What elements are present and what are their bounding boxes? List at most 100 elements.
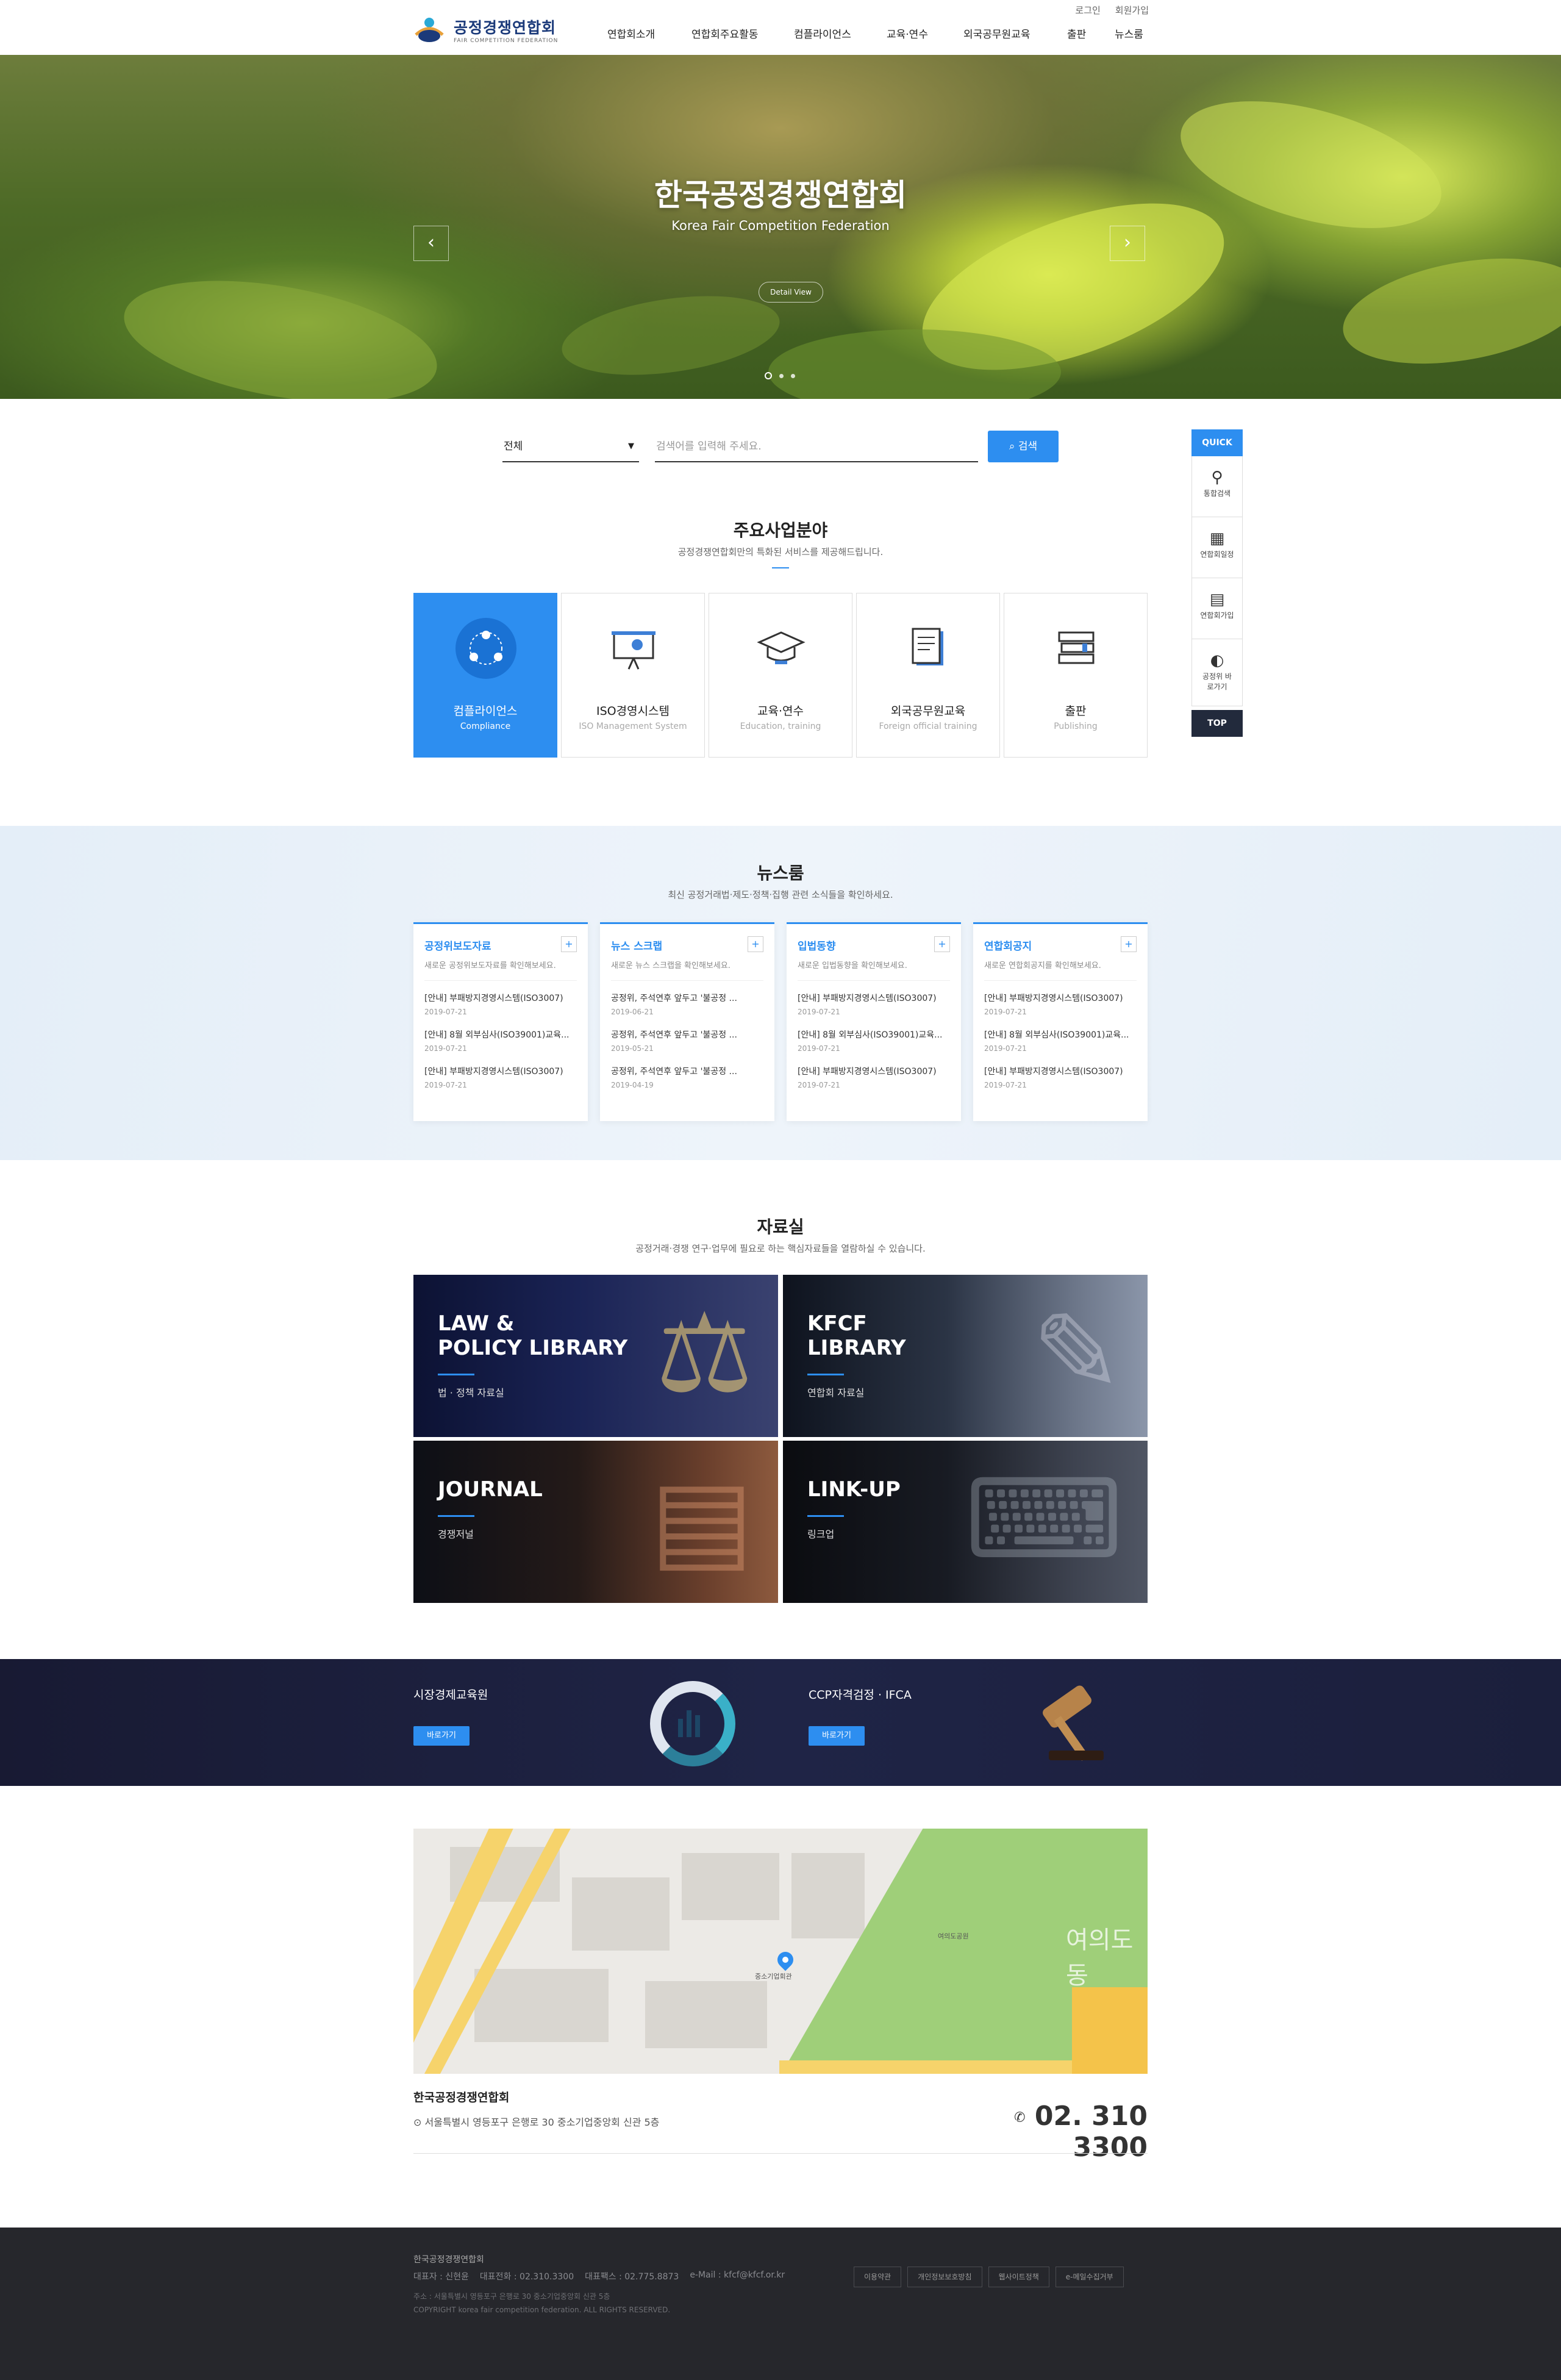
library-tile-kfcf[interactable]: ✎ KFCF LIBRARY 연합회 자료실	[783, 1275, 1148, 1437]
gavel-icon	[1031, 1683, 1110, 1769]
business-card-publishing[interactable]: 출판 Publishing	[1004, 593, 1148, 758]
tile-title-line1: LAW &	[438, 1311, 515, 1336]
login-link[interactable]: 로그인	[1075, 4, 1100, 16]
main-navigation: 연합회소개 연합회주요활동 컴플라이언스 교육·연수 외국공무원교육 출판 뉴스…	[607, 26, 1151, 41]
news-item[interactable]: [안내] 부패방지경영시스템(ISO3007) 2019-07-21	[798, 992, 950, 1016]
top-button[interactable]: TOP	[1191, 710, 1243, 737]
site-logo[interactable]: 공정경쟁연합회 FAIR COMPETITION FEDERATION	[413, 16, 558, 44]
business-card-title: ISO경영시스템	[596, 704, 670, 718]
footer-address: 주소 : 서울특별시 영등포구 은행로 30 중소기업중앙회 신관 5층	[413, 2292, 610, 2301]
search-category-select[interactable]: 전체 ▼	[502, 431, 639, 462]
business-section-desc: 공정경쟁연합회만의 특화된 서비스를 제공해드립니다.	[677, 547, 884, 557]
search-button[interactable]: ⌕ 검색	[988, 431, 1059, 462]
more-plus-icon[interactable]: +	[748, 936, 763, 952]
business-card-title: 컴플라이언스	[453, 704, 518, 718]
search-input[interactable]: 검색어를 입력해 주세요.	[655, 431, 978, 462]
slider-dot-1[interactable]	[765, 372, 772, 379]
nav-item-activities[interactable]: 연합회주요활동	[691, 26, 794, 41]
footer-link-terms[interactable]: 이용약관	[854, 2267, 902, 2287]
map-road	[1072, 1987, 1148, 2074]
map-block	[474, 1969, 609, 2042]
nav-item-publishing[interactable]: 출판	[1067, 26, 1115, 41]
hero-title: 한국공정경쟁연합회	[654, 177, 907, 213]
news-item[interactable]: 공정위, 주석연후 앞두고 '불공정 ... 2019-04-19	[611, 1065, 763, 1089]
news-item[interactable]: [안내] 부패방지경영시스템(ISO3007) 2019-07-21	[798, 1065, 950, 1089]
news-item-title: 공정위, 주석연후 앞두고 '불공정 ...	[611, 1030, 737, 1040]
footer-link-email-refusal[interactable]: e-메일수집거부	[1055, 2267, 1124, 2287]
nav-item-newsroom[interactable]: 뉴스룸	[1115, 26, 1151, 41]
library-tile-law-policy[interactable]: ⚖ LAW & POLICY LIBRARY 법 · 정책 자료실	[413, 1275, 778, 1437]
footer-copyright: COPYRIGHT korea fair competition federat…	[413, 2306, 671, 2314]
business-card-compliance[interactable]: 컴플라이언스 Compliance	[413, 593, 557, 758]
news-item-date: 2019-07-21	[984, 1008, 1027, 1016]
location-map[interactable]: 여의도동 중소기업회관 여의도공원	[413, 1829, 1148, 2074]
slider-dot-2[interactable]	[779, 373, 784, 378]
divider	[424, 980, 577, 981]
footer-email: e-Mail : kfcf@kfcf.or.kr	[690, 2270, 785, 2280]
news-card-title[interactable]: 공정위보도자료	[424, 937, 577, 953]
library-grid: ⚖ LAW & POLICY LIBRARY 법 · 정책 자료실 ✎ KFCF…	[413, 1275, 1148, 1603]
footer-link-privacy[interactable]: 개인정보보호방침	[907, 2267, 982, 2287]
search-button-label: 검색	[1018, 440, 1038, 453]
news-item[interactable]: [안내] 부패방지경영시스템(ISO3007) 2019-07-21	[984, 992, 1137, 1016]
newsroom-section-title: 뉴스룸	[757, 863, 804, 883]
library-tile-journal[interactable]: ▤ JOURNAL 경쟁저널	[413, 1441, 778, 1603]
news-item[interactable]: 공정위, 주석연후 앞두고 '불공정 ... 2019-06-21	[611, 992, 763, 1016]
more-plus-icon[interactable]: +	[561, 936, 577, 952]
banner-right-title: CCP자격검정 · IFCA	[809, 1688, 912, 1702]
map-pin-icon[interactable]	[774, 1948, 797, 1971]
signup-link[interactable]: 회원가입	[1115, 4, 1149, 16]
news-item[interactable]: [안내] 8월 외부심사(ISO39001)교육... 2019-07-21	[424, 1028, 577, 1053]
news-card-title[interactable]: 입법동향	[798, 937, 950, 953]
newspaper-icon: ▤	[649, 1456, 754, 1583]
news-item[interactable]: [안내] 부패방지경영시스템(ISO3007) 2019-07-21	[984, 1065, 1137, 1089]
footer-link-web-policy[interactable]: 웹사이트정책	[988, 2267, 1049, 2287]
quick-item-join[interactable]: ▤ 연합회가입	[1191, 578, 1243, 639]
keyboard-icon: ⌨	[965, 1456, 1123, 1583]
slider-prev-icon[interactable]: ‹	[413, 226, 449, 261]
quick-item-ftc[interactable]: ◐ 공정위 바로가기	[1191, 639, 1243, 706]
tile-title-line1: KFCF	[807, 1311, 867, 1336]
quick-item-search[interactable]: ⚲ 통합검색	[1191, 456, 1243, 517]
map-block	[572, 1877, 670, 1951]
quick-item-label: 공정위 바로가기	[1202, 672, 1232, 691]
news-item-date: 2019-07-21	[984, 1044, 1027, 1053]
tile-accent-line	[438, 1374, 474, 1375]
more-plus-icon[interactable]: +	[934, 936, 950, 952]
banner-left-button[interactable]: 바로가기	[413, 1726, 470, 1746]
business-card-education[interactable]: 교육·연수 Education, training	[709, 593, 852, 758]
business-card-subtitle: Foreign official training	[879, 722, 977, 731]
news-item[interactable]: [안내] 부패방지경영시스템(ISO3007) 2019-07-21	[424, 992, 577, 1016]
news-card-scrap: 뉴스 스크랩 + 새로운 뉴스 스크랩을 확인해보세요. 공정위, 주석연후 앞…	[600, 922, 774, 1121]
more-plus-icon[interactable]: +	[1121, 936, 1137, 952]
nav-item-foreign-training[interactable]: 외국공무원교육	[963, 26, 1067, 41]
news-item[interactable]: [안내] 8월 외부심사(ISO39001)교육... 2019-07-21	[984, 1028, 1137, 1053]
slider-next-icon[interactable]: ›	[1110, 226, 1145, 261]
tile-title-line1: LINK-UP	[807, 1477, 901, 1502]
graduation-cap-icon	[751, 618, 812, 679]
nav-item-about[interactable]: 연합회소개	[607, 26, 691, 41]
business-card-foreign-training[interactable]: 외국공무원교육 Foreign official training	[856, 593, 1000, 758]
news-item[interactable]: [안내] 8월 외부심사(ISO39001)교육... 2019-07-21	[798, 1028, 950, 1053]
business-card-iso[interactable]: ISO경영시스템 ISO Management System	[561, 593, 705, 758]
business-card-title: 출판	[1065, 704, 1087, 718]
slider-dot-3[interactable]	[791, 373, 795, 378]
news-item[interactable]: [안내] 부패방지경영시스템(ISO3007) 2019-07-21	[424, 1065, 577, 1089]
news-item[interactable]: 공정위, 주석연후 앞두고 '불공정 ... 2019-05-21	[611, 1028, 763, 1053]
news-item-title: [안내] 부패방지경영시스템(ISO3007)	[424, 994, 563, 1003]
nav-item-compliance[interactable]: 컴플라이언스	[794, 26, 887, 41]
tile-title-line2: POLICY LIBRARY	[438, 1336, 628, 1360]
banner-left-title: 시장경제교육원	[413, 1688, 488, 1702]
detail-view-button[interactable]: Detail View	[759, 282, 823, 303]
news-card-title[interactable]: 뉴스 스크랩	[611, 937, 763, 953]
business-card-subtitle: ISO Management System	[579, 722, 687, 731]
site-footer: 한국공정경쟁연합회 대표자 : 신현윤 대표전화 : 02.310.3300 대…	[0, 2228, 1561, 2380]
logo-title: 공정경쟁연합회	[454, 19, 557, 37]
banner-right-button[interactable]: 바로가기	[809, 1726, 865, 1746]
location-name: 한국공정경쟁연합회	[413, 2091, 510, 2104]
map-district-label: 여의도동	[1066, 1926, 1134, 1990]
library-tile-linkup[interactable]: ⌨ LINK-UP 링크업	[783, 1441, 1148, 1603]
news-card-title[interactable]: 연합회공지	[984, 937, 1137, 953]
phone-icon: ✆	[1014, 2110, 1026, 2126]
nav-item-education[interactable]: 교육·연수	[887, 26, 963, 41]
